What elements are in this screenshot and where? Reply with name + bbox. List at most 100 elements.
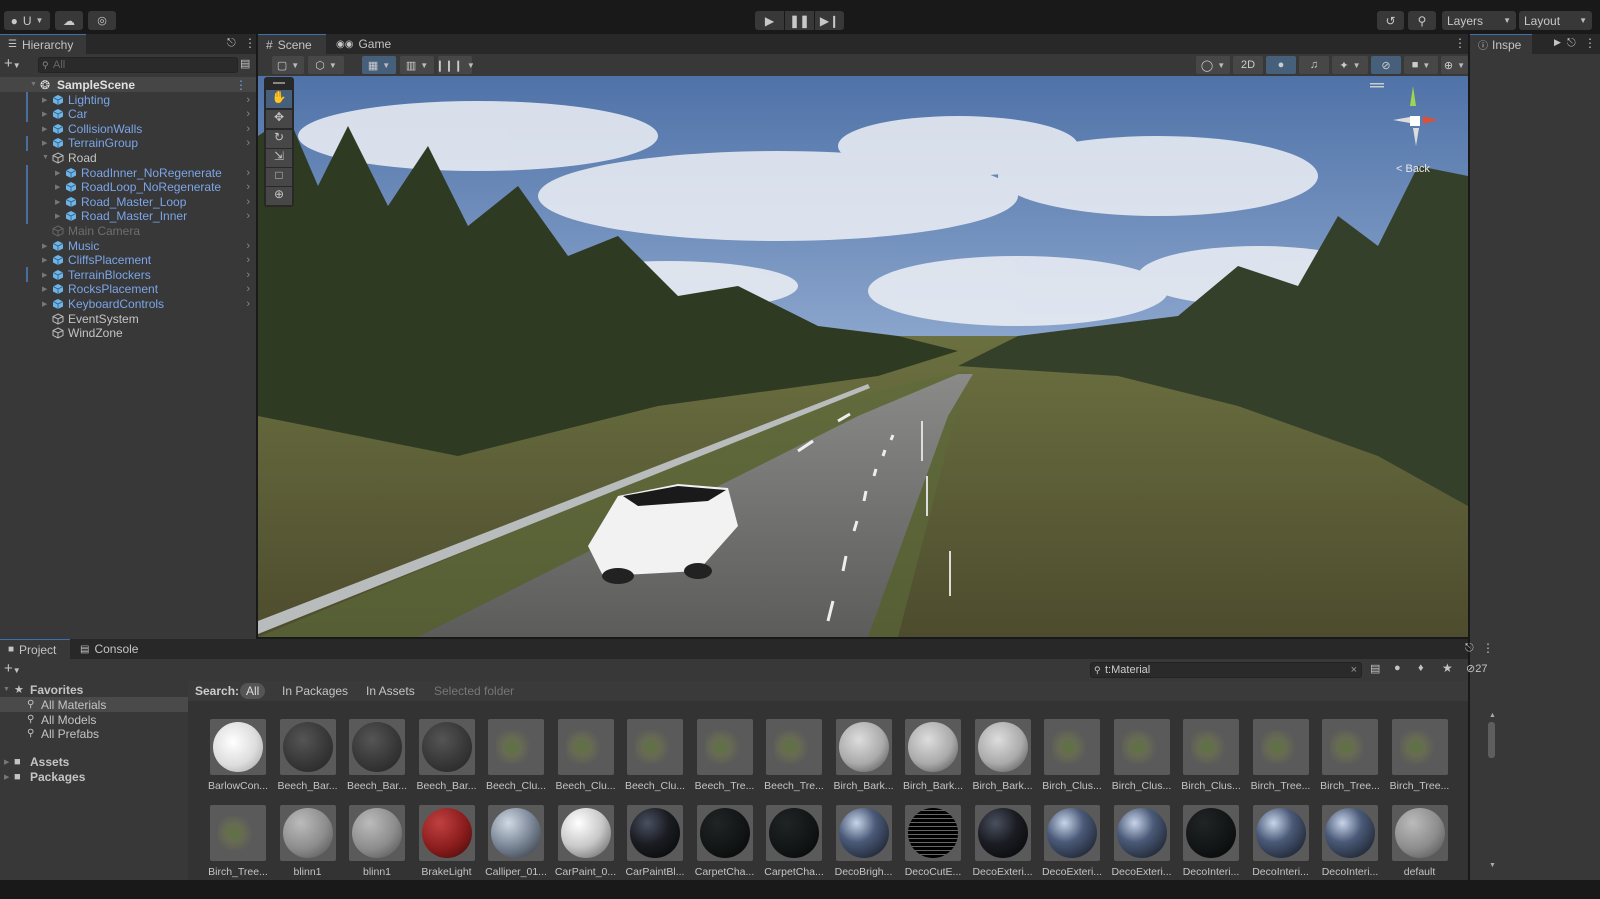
hierarchy-item[interactable]: ▶ Lighting › [0, 92, 256, 107]
pause-button[interactable]: ❚❚ [785, 11, 814, 30]
material-asset[interactable]: Birch_Tree... [1387, 719, 1453, 792]
scrollbar-thumb[interactable] [1488, 722, 1495, 758]
material-asset[interactable]: Birch_Bark... [970, 719, 1036, 792]
hidden-packages-toggle[interactable]: ⊘27 [1466, 662, 1487, 675]
effects-dropdown[interactable]: ✦ ▼ [1332, 56, 1368, 74]
draw-mode-dropdown[interactable]: ▢ ▼ [272, 56, 304, 74]
layout-dropdown[interactable]: Layout ▼ [1519, 11, 1592, 30]
chevron-right-icon[interactable]: › [246, 123, 250, 135]
chevron-right-icon[interactable]: › [246, 137, 250, 149]
gizmos-dropdown[interactable]: ⊕ ▼ [1441, 56, 1468, 74]
material-asset[interactable]: Birch_Bark... [831, 719, 897, 792]
hierarchy-search-input[interactable]: ⚲ All [38, 57, 238, 73]
material-asset[interactable]: BarlowCon... [205, 719, 271, 792]
material-asset[interactable]: DecoCutE... [900, 805, 966, 878]
expand-arrow-icon[interactable]: ▶ [42, 96, 47, 104]
hierarchy-item[interactable]: ▶ Music › [0, 238, 256, 253]
hierarchy-item[interactable]: ▶ Car › [0, 106, 256, 122]
material-asset[interactable]: CarPaintBl... [622, 805, 688, 878]
expand-arrow-icon[interactable]: ▶ [42, 300, 47, 308]
material-asset[interactable]: Beech_Bar... [414, 719, 480, 792]
hierarchy-item[interactable]: WindZone [0, 326, 256, 341]
material-asset[interactable]: DecoInteri... [1248, 805, 1314, 878]
chevron-right-icon[interactable]: › [246, 254, 250, 266]
move-tool-button[interactable]: ✥ [266, 110, 292, 128]
material-asset[interactable]: DecoExteri... [1109, 805, 1175, 878]
more-options-icon[interactable]: ⋮ [1454, 36, 1466, 50]
expand-arrow-icon[interactable]: ▶ [42, 110, 47, 118]
scene-viewport[interactable]: < Back ✋ ✥ ↻ ⇲ □ ⊕ [258, 76, 1468, 637]
hierarchy-item[interactable]: ▶ Road_Master_Inner › [0, 208, 256, 224]
rect-tool-button[interactable]: □ [266, 168, 292, 186]
hierarchy-item[interactable]: EventSystem [0, 311, 256, 326]
material-asset[interactable]: Birch_Tree... [205, 805, 271, 878]
material-asset[interactable]: DecoExteri... [970, 805, 1036, 878]
cloud-button[interactable]: ☁ [55, 11, 83, 30]
expand-arrow-icon[interactable]: ▶ [42, 139, 47, 147]
grid-snap-dropdown[interactable]: ▦ ▼ [362, 56, 396, 74]
chevron-right-icon[interactable]: › [246, 269, 250, 281]
tab-console[interactable]: ▤ Console [72, 639, 150, 659]
filter-by-type-icon[interactable]: ● [1394, 662, 1401, 674]
project-lock-icon[interactable]: ⎋ [1465, 642, 1474, 655]
material-asset[interactable]: Birch_Clus... [1039, 719, 1105, 792]
chevron-right-icon[interactable]: › [246, 210, 250, 222]
hierarchy-item[interactable]: ▶ Road_Master_Loop › [0, 194, 256, 210]
play-button[interactable]: ▶ [755, 11, 784, 30]
material-asset[interactable]: Birch_Clus... [1178, 719, 1244, 792]
history-button[interactable]: ↺ [1377, 11, 1404, 30]
add-button[interactable]: +▼ [4, 55, 21, 72]
material-asset[interactable]: default [1387, 805, 1453, 878]
lighting-toggle[interactable]: ● [1266, 56, 1296, 74]
expand-arrow-icon[interactable]: ▶ [42, 256, 47, 264]
material-asset[interactable]: DecoInteri... [1178, 805, 1244, 878]
material-asset[interactable]: Beech_Clu... [622, 719, 688, 792]
hierarchy-item[interactable]: ▶ KeyboardControls › [0, 296, 256, 311]
chevron-right-icon[interactable]: › [246, 240, 250, 252]
scope-in-assets[interactable]: In Assets [366, 684, 415, 698]
material-asset[interactable]: DecoBrigh... [831, 805, 897, 878]
more-options-icon[interactable]: ⋮ [235, 78, 247, 92]
render-mode-dropdown[interactable]: ⬡ ▼ [308, 56, 344, 74]
hand-tool-button[interactable]: ✋ [266, 90, 292, 108]
clear-search-icon[interactable]: × [1351, 663, 1357, 677]
audio-toggle[interactable]: ♫ [1299, 56, 1329, 74]
expand-arrow-icon[interactable]: ▼ [30, 81, 37, 88]
hierarchy-item[interactable]: Main Camera [0, 223, 256, 238]
search-button[interactable]: ⚲ [1408, 11, 1436, 30]
hierarchy-item[interactable]: ▶ RoadInner_NoRegenerate › [0, 165, 256, 180]
material-asset[interactable]: Birch_Tree... [1248, 719, 1314, 792]
scope-all[interactable]: All [240, 683, 266, 699]
material-asset[interactable]: Birch_Clus... [1109, 719, 1175, 792]
material-asset[interactable]: CarpetCha... [761, 805, 827, 878]
favorite-all-models[interactable]: ⚲ All Models [0, 712, 188, 727]
lock-icon[interactable]: ⎋ [227, 37, 236, 50]
shading-mode-dropdown[interactable]: ◯ ▼ [1196, 56, 1230, 74]
scale-tool-button[interactable]: ⇲ [266, 149, 292, 167]
rotate-tool-button[interactable]: ↻ [266, 130, 292, 148]
hierarchy-item[interactable]: ▶ CollisionWalls › [0, 121, 256, 136]
project-more-options-icon[interactable]: ⋮ [1482, 641, 1494, 655]
material-asset[interactable]: BrakeLight [414, 805, 480, 878]
material-asset[interactable]: Beech_Tre... [761, 719, 827, 792]
chevron-right-icon[interactable]: › [246, 298, 250, 310]
favorite-star-icon[interactable]: ★ [1442, 661, 1453, 675]
drag-handle[interactable] [273, 82, 285, 84]
more-options-icon[interactable]: ⋮ [1584, 36, 1596, 50]
project-search-input[interactable]: ⚲ t:Material × [1090, 662, 1362, 678]
material-asset[interactable]: blinn1 [344, 805, 410, 878]
search-scope-icon[interactable]: ▤ [1370, 662, 1380, 675]
hierarchy-item[interactable]: ▶ RocksPlacement › [0, 282, 256, 297]
expand-arrow-icon[interactable]: ▶ [55, 183, 60, 191]
tab-scene[interactable]: # Scene [258, 34, 326, 54]
material-asset[interactable]: CarpetCha... [692, 805, 758, 878]
material-asset[interactable]: CarPaint_0... [553, 805, 619, 878]
expand-arrow-icon[interactable]: ▼ [42, 154, 49, 161]
increment-snap-dropdown[interactable]: ▥ ▼ [400, 56, 434, 74]
expand-arrow-icon[interactable]: ▶ [55, 169, 60, 177]
material-asset[interactable]: Calliper_01... [483, 805, 549, 878]
expand-arrow-icon[interactable]: ▶ [42, 285, 47, 293]
material-asset[interactable]: Beech_Tre... [692, 719, 758, 792]
tab-project[interactable]: ■ Project [0, 639, 70, 659]
align-dropdown[interactable]: ❙❙❙ ▼ [435, 56, 475, 74]
